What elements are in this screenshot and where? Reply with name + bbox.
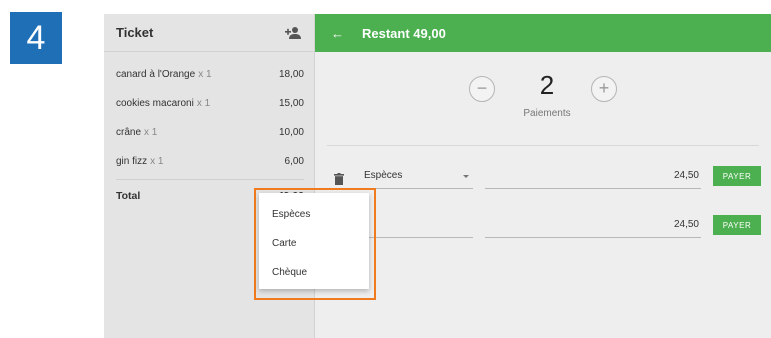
dropdown-option-especes[interactable]: Espèces (259, 200, 369, 229)
tutorial-stage: 4 Ticket canard à l'Orange x 1 18,00 coo… (0, 0, 771, 338)
payment-row: Espèces 24,50 PAYER (315, 165, 771, 195)
ticket-line-name: gin fizz (116, 156, 148, 167)
payment-count-stepper: − 2 Paiements + (315, 52, 771, 146)
add-person-icon[interactable] (284, 26, 302, 40)
chevron-down-icon (463, 175, 469, 178)
payment-method-dropdown: Espèces Carte Chèque (254, 188, 376, 300)
ticket-line[interactable]: canard à l'Orange x 1 18,00 (116, 60, 304, 89)
payment-amount-field[interactable]: 24,50 (485, 165, 701, 189)
payment-row: 24,50 PAYER (315, 214, 771, 244)
payment-count-label: Paiements (523, 108, 571, 119)
ticket-line-price: 18,00 (278, 69, 304, 80)
ticket-line[interactable]: cookies macaroni x 1 15,00 (116, 89, 304, 118)
pos-app: Ticket canard à l'Orange x 1 18,00 cooki… (104, 14, 771, 338)
step-badge: 4 (10, 12, 62, 64)
payment-count-value: 2 (539, 70, 555, 100)
ticket-header: Ticket (104, 14, 314, 52)
payment-amount-field[interactable]: 24,50 (485, 214, 701, 238)
back-arrow-icon[interactable]: ← (331, 26, 344, 41)
ticket-line-price: 10,00 (278, 127, 304, 138)
ticket-line-name: canard à l'Orange (116, 69, 196, 80)
dropdown-option-cheque[interactable]: Chèque (259, 258, 369, 287)
dropdown-option-carte[interactable]: Carte (259, 229, 369, 258)
payment-method-value: Espèces (364, 170, 403, 181)
ticket-title: Ticket (116, 25, 154, 40)
dropdown-list: Espèces Carte Chèque (259, 193, 369, 289)
trash-icon[interactable] (334, 172, 344, 185)
ticket-line-price: 6,00 (284, 156, 304, 167)
ticket-total-label: Total (116, 190, 141, 202)
ticket-line-name: crâne (116, 127, 142, 138)
ticket-line-qty: x 1 (198, 69, 212, 80)
ticket-line-qty: x 1 (150, 156, 164, 167)
pay-button[interactable]: PAYER (713, 166, 761, 186)
payment-method-select[interactable] (363, 214, 473, 238)
ticket-line-price: 15,00 (278, 98, 304, 109)
payment-method-select[interactable]: Espèces (363, 165, 473, 189)
decrease-payments-button[interactable]: − (469, 76, 495, 102)
pay-button[interactable]: PAYER (713, 215, 761, 235)
payment-panel: ← Restant 49,00 − 2 Paiements + Espèces (315, 14, 771, 338)
payment-amount-value: 24,50 (673, 219, 699, 230)
ticket-line[interactable]: gin fizz x 1 6,00 (116, 147, 304, 176)
ticket-line-name: cookies macaroni (116, 98, 194, 109)
payment-header: ← Restant 49,00 (315, 14, 771, 52)
divider (327, 145, 759, 146)
increase-payments-button[interactable]: + (591, 76, 617, 102)
ticket-line-qty: x 1 (144, 127, 158, 138)
ticket-line-qty: x 1 (196, 98, 211, 109)
remaining-amount: Restant 49,00 (362, 25, 446, 41)
ticket-line[interactable]: crâne x 1 10,00 (116, 118, 304, 147)
payment-amount-value: 24,50 (673, 170, 699, 181)
